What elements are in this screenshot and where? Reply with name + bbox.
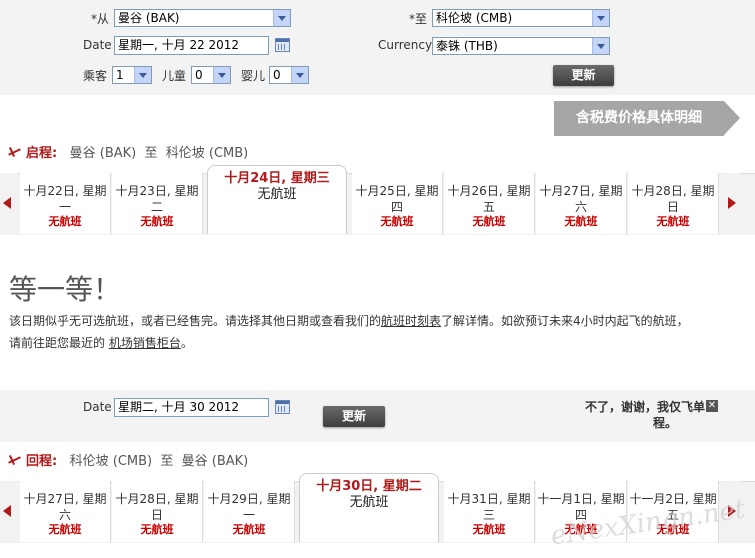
to-value: 科伦坡 (CMB) (436, 11, 513, 25)
infant-select[interactable]: 0 (269, 66, 309, 84)
date-tab-day: 十月23日, 星期二 (115, 184, 199, 214)
date-tab-status: 无航班 (140, 215, 174, 228)
chevron-down-icon (213, 67, 230, 83)
date-tab[interactable]: 十月27日, 星期六 无航班 (536, 173, 627, 234)
date-tab[interactable]: 十月28日, 星期日 无航班 (112, 481, 203, 542)
return-update-button[interactable]: 更新 (323, 406, 385, 427)
prev-arrow-icon[interactable] (0, 173, 18, 234)
date-tab-status: 无航班 (380, 215, 414, 228)
date-tab-status: 无航班 (472, 523, 506, 536)
date-tab-day: 十月27日, 星期六 (23, 492, 107, 522)
chevron-down-icon (273, 10, 290, 26)
one-way-option[interactable]: 不了，谢谢，我仅飞单 程。 (567, 399, 705, 431)
outbound-route: 启程: 曼谷 (BAK) 至 科伦坡 (CMB) (8, 142, 248, 161)
date-tab-status: 无航班 (656, 215, 690, 228)
date-tab-day: 十月24日, 星期三 (224, 171, 330, 186)
price-detail-button[interactable]: 含税费价格具体明细 (554, 101, 740, 136)
child-label: 儿童 (162, 69, 187, 83)
date-tab[interactable]: 十月31日, 星期三 无航班 (444, 481, 535, 542)
child-value: 0 (195, 68, 203, 82)
child-select[interactable]: 0 (191, 66, 231, 84)
adult-select[interactable]: 1 (112, 66, 152, 84)
from-label: *从 (91, 12, 110, 26)
arrow-tip-icon (724, 101, 740, 135)
infant-value: 0 (273, 68, 281, 82)
date-tab-status: 无航班 (232, 523, 266, 536)
inbound-label: 回程: (26, 454, 58, 469)
return-date-field[interactable]: 星期二, 十月 30 2012 (114, 398, 269, 417)
date-tab-day: 十月30日, 星期二 (316, 479, 422, 494)
outbound-date-strip: 十月22日, 星期一 无航班 十月23日, 星期二 无航班 十月24日, 星期三… (0, 165, 755, 235)
date-tab-selected[interactable]: 十月30日, 星期二 无航班 (299, 473, 439, 542)
date-tab[interactable]: 十月28日, 星期日 无航班 (628, 173, 719, 234)
from-value: 曼谷 (BAK) (118, 11, 180, 25)
departure-date-field[interactable]: 星期一, 十月 22 2012 (114, 36, 269, 55)
date-tab-status: 无航班 (349, 495, 389, 510)
airport-counter-link[interactable]: 机场销售柜台 (109, 336, 181, 350)
inbound-route-text: 科伦坡 (CMB) 至 曼谷 (BAK) (69, 454, 249, 469)
outbound-route-text: 曼谷 (BAK) 至 科伦坡 (CMB) (69, 146, 249, 161)
date-tab-day: 十月26日, 星期五 (447, 184, 531, 214)
to-label: *至 (409, 12, 428, 26)
chevron-down-icon (592, 10, 609, 26)
chevron-down-icon (291, 67, 308, 83)
currency-select[interactable]: 泰铢 (THB) (432, 37, 610, 55)
inbound-route: 回程: 科伦坡 (CMB) 至 曼谷 (BAK) (8, 450, 248, 469)
date-tab-day: 十月29日, 星期一 (207, 492, 291, 522)
date-tab[interactable]: 十月29日, 星期一 无航班 (204, 481, 295, 542)
currency-value: 泰铢 (THB) (436, 39, 498, 53)
adult-value: 1 (116, 68, 124, 82)
date-tab[interactable]: 十月27日, 星期六 无航班 (20, 481, 111, 542)
currency-label: Currency (378, 38, 433, 52)
date-tab-day: 十月31日, 星期三 (447, 492, 531, 522)
date-tab-status: 无航班 (140, 523, 174, 536)
notice-title: 等一等！ (9, 273, 122, 306)
timetable-link[interactable]: 航班时刻表 (381, 314, 441, 328)
date-tab[interactable]: 十月25日, 星期四 无航班 (352, 173, 443, 234)
date-tab-day: 十月28日, 星期日 (631, 184, 715, 214)
to-select[interactable]: 科伦坡 (CMB) (432, 9, 610, 27)
date-tab-status: 无航班 (257, 187, 297, 202)
plane-icon (8, 454, 22, 466)
adult-label: 乘客 (83, 69, 108, 83)
date-tab-status: 无航班 (472, 215, 506, 228)
date-tab[interactable]: 十月22日, 星期一 无航班 (20, 173, 111, 234)
next-arrow-icon[interactable] (721, 173, 739, 234)
calendar-icon[interactable] (275, 400, 290, 414)
plane-icon (8, 146, 22, 158)
notice-text: 该日期似乎无可选航班，或者已经售完。请选择其他日期或查看我们的航班时刻表了解详情… (9, 314, 689, 350)
chevron-down-icon (592, 38, 609, 54)
date-tab-status: 无航班 (48, 215, 82, 228)
date-tab[interactable]: 十月26日, 星期五 无航班 (444, 173, 535, 234)
date-tab-status: 无航班 (564, 215, 598, 228)
date-tab[interactable]: 十月23日, 星期二 无航班 (112, 173, 203, 234)
date-tab-day: 十月28日, 星期日 (115, 492, 199, 522)
close-icon[interactable]: ✕ (706, 400, 718, 412)
return-date-label: Date (83, 400, 112, 414)
date-tab-day: 十月27日, 星期六 (539, 184, 623, 214)
from-select[interactable]: 曼谷 (BAK) (114, 9, 291, 27)
date-tab-status: 无航班 (48, 523, 82, 536)
price-detail-label: 含税费价格具体明细 (554, 101, 724, 136)
infant-label: 婴儿 (241, 69, 266, 83)
update-button[interactable]: 更新 (553, 65, 614, 86)
outbound-label: 启程: (26, 146, 58, 161)
date-tab-day: 十月25日, 星期四 (355, 184, 439, 214)
calendar-icon[interactable] (275, 38, 290, 52)
chevron-down-icon (134, 67, 151, 83)
date-tab-selected[interactable]: 十月24日, 星期三 无航班 (207, 165, 347, 234)
date-tab-day: 十月22日, 星期一 (23, 184, 107, 214)
date-label: Date (83, 38, 112, 52)
prev-arrow-icon[interactable] (0, 481, 18, 542)
